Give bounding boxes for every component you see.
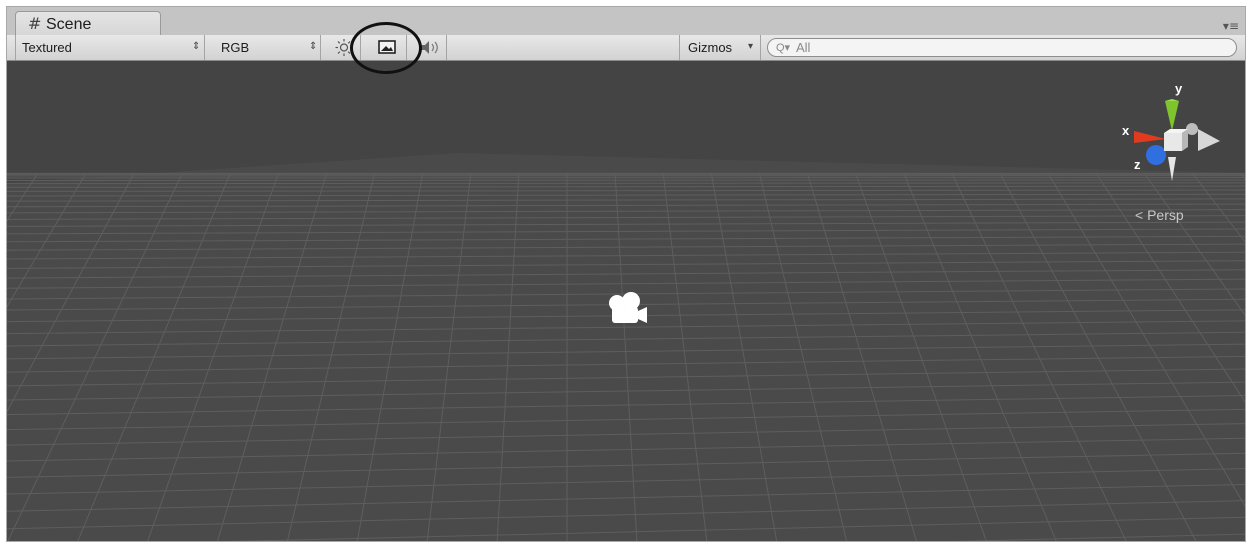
axis-x-label: x [1122,123,1130,138]
axis-z-label: z [1134,157,1141,172]
render-mode-dropdown[interactable]: RGB ⇕ [211,35,321,60]
search-value: All [796,40,811,55]
persp-arrow-icon: < [1135,207,1148,223]
projection-toggle[interactable]: < Persp [1135,207,1184,223]
scene-toolbar: Textured ⇕ RGB ⇕ Gizmos ▾ Q▾ All [7,35,1245,61]
updown-arrow-icon: ⇕ [309,41,318,52]
tab-scene[interactable]: # Scene [15,11,161,37]
updown-arrow-icon: ⇕ [192,41,201,52]
draw-mode-dropdown[interactable]: Textured ⇕ [15,35,205,60]
scene-grid-icon: # [28,14,42,33]
scene-window: # Scene ▾≡ Textured ⇕ RGB ⇕ Gizmos ▾ Q▾ … [6,6,1246,542]
render-mode-value: RGB [221,40,250,55]
grid-line [7,179,1245,182]
scene-view-canvas[interactable]: y x z [7,61,1245,541]
scene-viewport[interactable]: y x z < Persp [7,61,1245,541]
highlight-annotation-circle [350,22,422,74]
window-menu-icon[interactable]: ▾≡ [1223,19,1239,33]
projection-label: Persp [1147,207,1184,223]
search-filter-icon[interactable]: Q▾ [776,41,790,54]
scene-search-input[interactable]: Q▾ All [767,38,1237,57]
tab-bar: # Scene ▾≡ [7,7,1245,37]
dropdown-arrow-icon: ▾ [748,41,754,52]
draw-mode-value: Textured [22,40,72,55]
gizmos-dropdown[interactable]: Gizmos ▾ [679,35,761,60]
axis-y-label: y [1175,81,1183,96]
tab-scene-label: Scene [46,16,92,33]
gizmos-label: Gizmos [688,40,733,55]
